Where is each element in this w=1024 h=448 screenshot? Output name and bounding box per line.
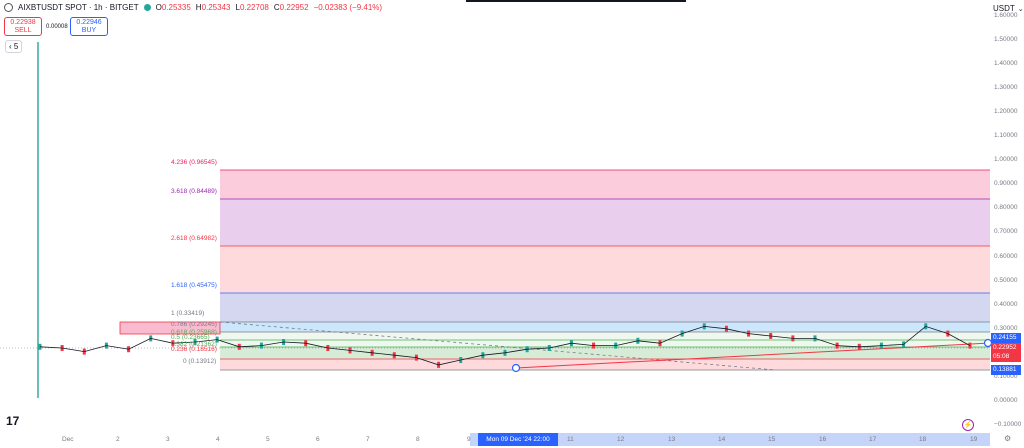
fib-level-label: 0.236 (0.18516)	[171, 346, 217, 353]
time-axis-label: 9	[467, 436, 471, 443]
time-axis-label: 11	[567, 436, 574, 443]
indicators-count: 5	[13, 42, 19, 51]
time-axis-label: 13	[668, 436, 676, 443]
price-axis-label: 1.10000	[994, 132, 1018, 139]
fib-zone	[220, 170, 990, 199]
open-value: 0.25335	[161, 3, 191, 12]
price-axis-label: 0.60000	[994, 253, 1018, 260]
fib-zone	[220, 322, 990, 332]
time-axis-label: 19	[970, 436, 978, 443]
sell-button[interactable]: 0.22938 SELL	[4, 17, 42, 36]
buy-button[interactable]: 0.22946 BUY	[70, 17, 108, 36]
time-axis-label: 4	[216, 436, 220, 443]
price-axis-label: 0.50000	[994, 277, 1018, 284]
time-axis-label: 7	[366, 436, 370, 443]
flash-icon[interactable]: ⚡	[962, 419, 974, 431]
price-axis-label: 0.70000	[994, 228, 1018, 235]
symbol-header: AIXBTUSDT SPOT · 1h · BITGET O0.25335 H0…	[4, 3, 382, 12]
price-axis-label: 1.20000	[994, 108, 1018, 115]
fib-zone	[220, 293, 990, 322]
time-range-highlight-left	[470, 433, 478, 446]
status-dot-icon	[143, 4, 151, 11]
fib-level-label: 0.5 (0.23665)	[171, 334, 210, 341]
high-value: 0.25343	[201, 3, 231, 12]
price-tag-low: 0.13881	[991, 365, 1021, 375]
fib-zone	[220, 246, 990, 293]
time-axis-label: 17	[869, 436, 877, 443]
fib-level-label: 0.786 (0.29245)	[171, 321, 217, 328]
fib-level-label: 1.618 (0.45475)	[171, 282, 217, 289]
fib-zone	[220, 332, 990, 347]
price-axis-label: 1.00000	[994, 156, 1018, 163]
time-axis-label: 12	[617, 436, 625, 443]
time-axis-label: 14	[718, 436, 726, 443]
price-axis-label: 1.50000	[994, 36, 1018, 43]
low-value: 0.22708	[239, 3, 269, 12]
top-toolbar-strip	[466, 0, 686, 2]
price-axis-label: 0.00000	[994, 397, 1018, 404]
buy-label: BUY	[81, 27, 97, 34]
price-axis-label: 0.30000	[994, 325, 1018, 332]
chart-stage[interactable]	[0, 0, 1024, 448]
fib-zone	[220, 359, 990, 370]
settings-gear-icon[interactable]: ⚙	[1004, 434, 1011, 443]
time-axis-label: 8	[416, 436, 420, 443]
time-axis-label: 15	[768, 436, 776, 443]
sell-label: SELL	[14, 27, 32, 34]
symbol-icon	[4, 3, 13, 12]
price-candle	[968, 342, 972, 349]
time-axis-label: 3	[166, 436, 170, 443]
price-axis-label: −0.10000	[994, 421, 1022, 428]
crosshair-time-label: Mon 09 Dec '24 22:00	[478, 433, 558, 446]
fib-level-label: 0 (0.13912)	[183, 358, 217, 365]
fib-level-label: 2.618 (0.64982)	[171, 235, 217, 242]
tradingview-logo-icon[interactable]: 17	[6, 414, 19, 428]
price-tag-countdown: 05:08	[991, 352, 1021, 362]
time-axis-label: 2	[116, 436, 120, 443]
buy-price: 0.22946	[76, 19, 102, 26]
indicators-toggle[interactable]: ‹ 5	[5, 40, 23, 53]
price-tag-level: 0.24155	[991, 333, 1021, 343]
time-axis-label: Dec	[62, 436, 74, 443]
fib-zone	[220, 199, 990, 246]
price-axis-label: 0.40000	[994, 301, 1018, 308]
currency-chevron-icon: ⌄	[1017, 6, 1024, 13]
close-value: 0.22952	[279, 3, 309, 12]
price-axis-label: 0.90000	[994, 180, 1018, 187]
price-axis-label: 1.40000	[994, 60, 1018, 67]
price-axis-label: 0.80000	[994, 204, 1018, 211]
fib-level-label: 1 (0.33419)	[171, 310, 205, 317]
spread-value: 0.00008	[46, 24, 68, 30]
price-chart[interactable]	[0, 0, 1024, 448]
fib-level-label: 3.618 (0.84489)	[171, 188, 217, 195]
price-axis-label: 1.60000	[994, 12, 1018, 19]
time-axis-label: 6	[316, 436, 320, 443]
time-axis-label: 18	[919, 436, 927, 443]
trend-anchor-handle	[511, 363, 521, 373]
change-value: −0.02383 (−9.41%)	[313, 3, 383, 12]
time-axis-label: 5	[266, 436, 270, 443]
time-axis-label: 16	[819, 436, 827, 443]
symbol-title[interactable]: AIXBTUSDT SPOT · 1h · BITGET	[18, 3, 139, 12]
fib-level-label: 4.236 (0.96545)	[171, 159, 217, 166]
sell-price: 0.22938	[10, 19, 36, 26]
price-axis-label: 1.30000	[994, 84, 1018, 91]
